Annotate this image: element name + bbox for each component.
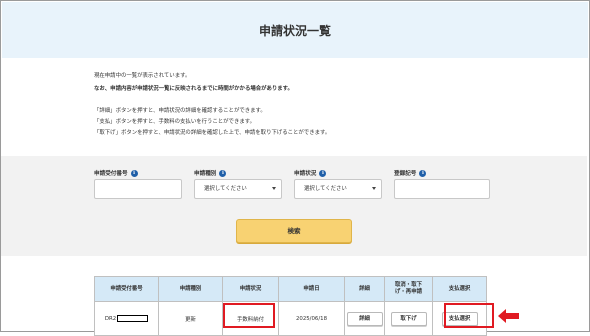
detail-button[interactable]: 詳細 [346, 311, 383, 326]
application-table: 申請受付番号 申請種別 申請状況 申請日 詳細 取消・取下 げ・再申請 支払選択 … [94, 276, 487, 336]
cell-receipt-number: DR2 [94, 301, 159, 336]
cell-detail: 詳細 [344, 301, 385, 336]
registration-label: 登録記号 i [394, 169, 427, 177]
description-line-4: 「支払」ボタンを押すと、手数料の支払いを行うことができます。 [94, 119, 255, 125]
header-type: 申請種別 [158, 276, 223, 302]
info-icon[interactable]: i [419, 170, 427, 177]
description-line-1: 現在申請中の一覧が表示されています。 [94, 73, 191, 79]
chevron-down-icon [272, 187, 276, 190]
type-select[interactable]: 選択してください [194, 179, 282, 199]
status-label: 申請状況 i [294, 169, 327, 177]
status-select[interactable]: 選択してください [294, 179, 382, 199]
payment-highlight-box [444, 303, 494, 328]
description-line-2: なお、申請内容が申請状況一覧に反映されるまでに時間がかかる場合があります。 [94, 86, 293, 92]
table-row: DR2 更新 手数料納付 2025/06/18 詳細 取下げ 支払選択 [94, 301, 487, 336]
type-select-value: 選択してください [204, 186, 247, 192]
search-button[interactable]: 検索 [236, 219, 352, 243]
table-header-row: 申請受付番号 申請種別 申請状況 申請日 詳細 取消・取下 げ・再申請 支払選択 [94, 276, 487, 302]
page-header: 申請状況一覧 [2, 2, 588, 58]
header-payment: 支払選択 [432, 276, 487, 302]
redaction-box [117, 315, 149, 322]
status-select-value: 選択してください [304, 186, 347, 192]
header-date: 申請日 [278, 276, 345, 302]
header-detail: 詳細 [344, 276, 385, 302]
header-status: 申請状況 [222, 276, 279, 302]
page-title: 申請状況一覧 [258, 24, 331, 38]
cell-cancel: 取下げ [384, 301, 433, 336]
chevron-down-icon [372, 187, 376, 190]
type-label: 申請種別 i [194, 169, 227, 177]
description-line-3: 「詳細」ボタンを押すと、申請状況の詳細を確認することができます。 [94, 108, 266, 114]
cell-date: 2025/06/18 [278, 301, 345, 336]
withdraw-button[interactable]: 取下げ [390, 311, 427, 326]
info-icon[interactable]: i [130, 170, 138, 177]
cell-type: 更新 [158, 301, 223, 336]
header-receipt-number: 申請受付番号 [94, 276, 159, 302]
status-highlight-box [223, 303, 275, 328]
arrow-left-icon [498, 309, 519, 323]
info-icon[interactable]: i [319, 170, 327, 177]
receipt-number-label: 申請受付番号 i [94, 169, 138, 177]
registration-input[interactable] [394, 179, 490, 199]
header-cancel: 取消・取下 げ・再申請 [384, 276, 433, 302]
receipt-number-input[interactable] [94, 179, 182, 199]
info-icon[interactable]: i [219, 170, 227, 177]
description-line-5: 「取下げ」ボタンを押すと、申請状況の詳細を確認した上で、申請を取り下げることがで… [94, 130, 331, 136]
